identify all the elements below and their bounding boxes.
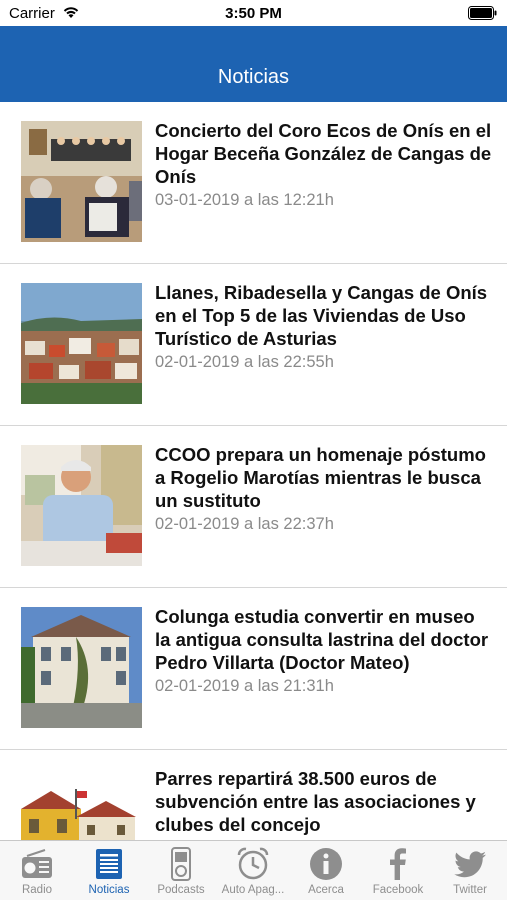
news-thumbnail — [21, 769, 142, 840]
headline-text: Concierto del Coro Ecos de Onís en el Ho… — [155, 120, 492, 187]
tab-radio[interactable]: Radio — [1, 841, 73, 900]
headline-text: CCOO prepara un homenaje póstumo a Rogel… — [155, 444, 486, 511]
news-date: 02-01-2019 a las 22:55h — [155, 353, 334, 371]
news-item[interactable]: Concierto del Coro Ecos de Onís en el Ho… — [0, 102, 507, 264]
news-date: 02-01-2019 a las 22:37h — [155, 515, 334, 533]
news-item[interactable]: Parres repartirá 38.500 euros de subvenc… — [0, 750, 507, 840]
news-thumbnail — [21, 445, 142, 566]
news-thumbnail — [21, 607, 142, 728]
tab-label: Noticias — [88, 884, 130, 896]
news-headline: Concierto del Coro Ecos de Onís en el Ho… — [155, 119, 495, 212]
tab-label: Facebook — [372, 884, 424, 896]
news-item[interactable]: Colunga estudia convertir en museo la an… — [0, 588, 507, 750]
news-list[interactable]: Concierto del Coro Ecos de Onís en el Ho… — [0, 102, 507, 840]
tab-podcasts[interactable]: Podcasts — [145, 841, 217, 900]
navigation-bar: Noticias — [0, 26, 507, 102]
news-date: 02-01-2019 a las 21:31h — [155, 677, 334, 695]
news-headline: CCOO prepara un homenaje póstumo a Rogel… — [155, 443, 495, 536]
tab-label: Acerca — [308, 884, 344, 896]
twitter-icon — [452, 846, 488, 882]
news-thumbnail — [21, 283, 142, 404]
info-icon — [308, 846, 344, 882]
tab-acerca[interactable]: Acerca — [290, 841, 362, 900]
alarm-clock-icon — [235, 846, 271, 882]
news-headline: Colunga estudia convertir en museo la an… — [155, 605, 495, 698]
status-bar: Carrier 3:50 PM — [0, 0, 507, 26]
tab-label: Radio — [21, 884, 53, 896]
tab-label: Twitter — [453, 884, 487, 896]
radio-icon — [19, 846, 55, 882]
headline-text: Parres repartirá 38.500 euros de subvenc… — [155, 768, 476, 835]
tab-label: Podcasts — [157, 884, 205, 896]
news-headline: Llanes, Ribadesella y Cangas de Onís en … — [155, 281, 495, 374]
tab-noticias[interactable]: Noticias — [73, 841, 145, 900]
news-item[interactable]: CCOO prepara un homenaje póstumo a Rogel… — [0, 426, 507, 588]
tab-twitter[interactable]: Twitter — [434, 841, 506, 900]
facebook-icon — [380, 846, 416, 882]
tab-bar: Radio Noticias Podcasts Auto Apag... Ace… — [0, 840, 507, 900]
ipod-icon — [163, 846, 199, 882]
clock: 3:50 PM — [225, 5, 282, 22]
news-thumbnail — [21, 121, 142, 242]
tab-label: Auto Apag... — [221, 884, 285, 896]
news-date: 03-01-2019 a las 12:21h — [155, 191, 334, 209]
news-headline: Parres repartirá 38.500 euros de subvenc… — [155, 767, 495, 836]
news-item[interactable]: Llanes, Ribadesella y Cangas de Onís en … — [0, 264, 507, 426]
page-title: Noticias — [217, 66, 290, 88]
headline-text: Llanes, Ribadesella y Cangas de Onís en … — [155, 282, 488, 349]
tab-facebook[interactable]: Facebook — [362, 841, 434, 900]
news-icon — [91, 846, 127, 882]
headline-text: Colunga estudia convertir en museo la an… — [155, 606, 489, 673]
tab-auto-apagado[interactable]: Auto Apag... — [217, 841, 289, 900]
battery-icon — [468, 6, 498, 24]
